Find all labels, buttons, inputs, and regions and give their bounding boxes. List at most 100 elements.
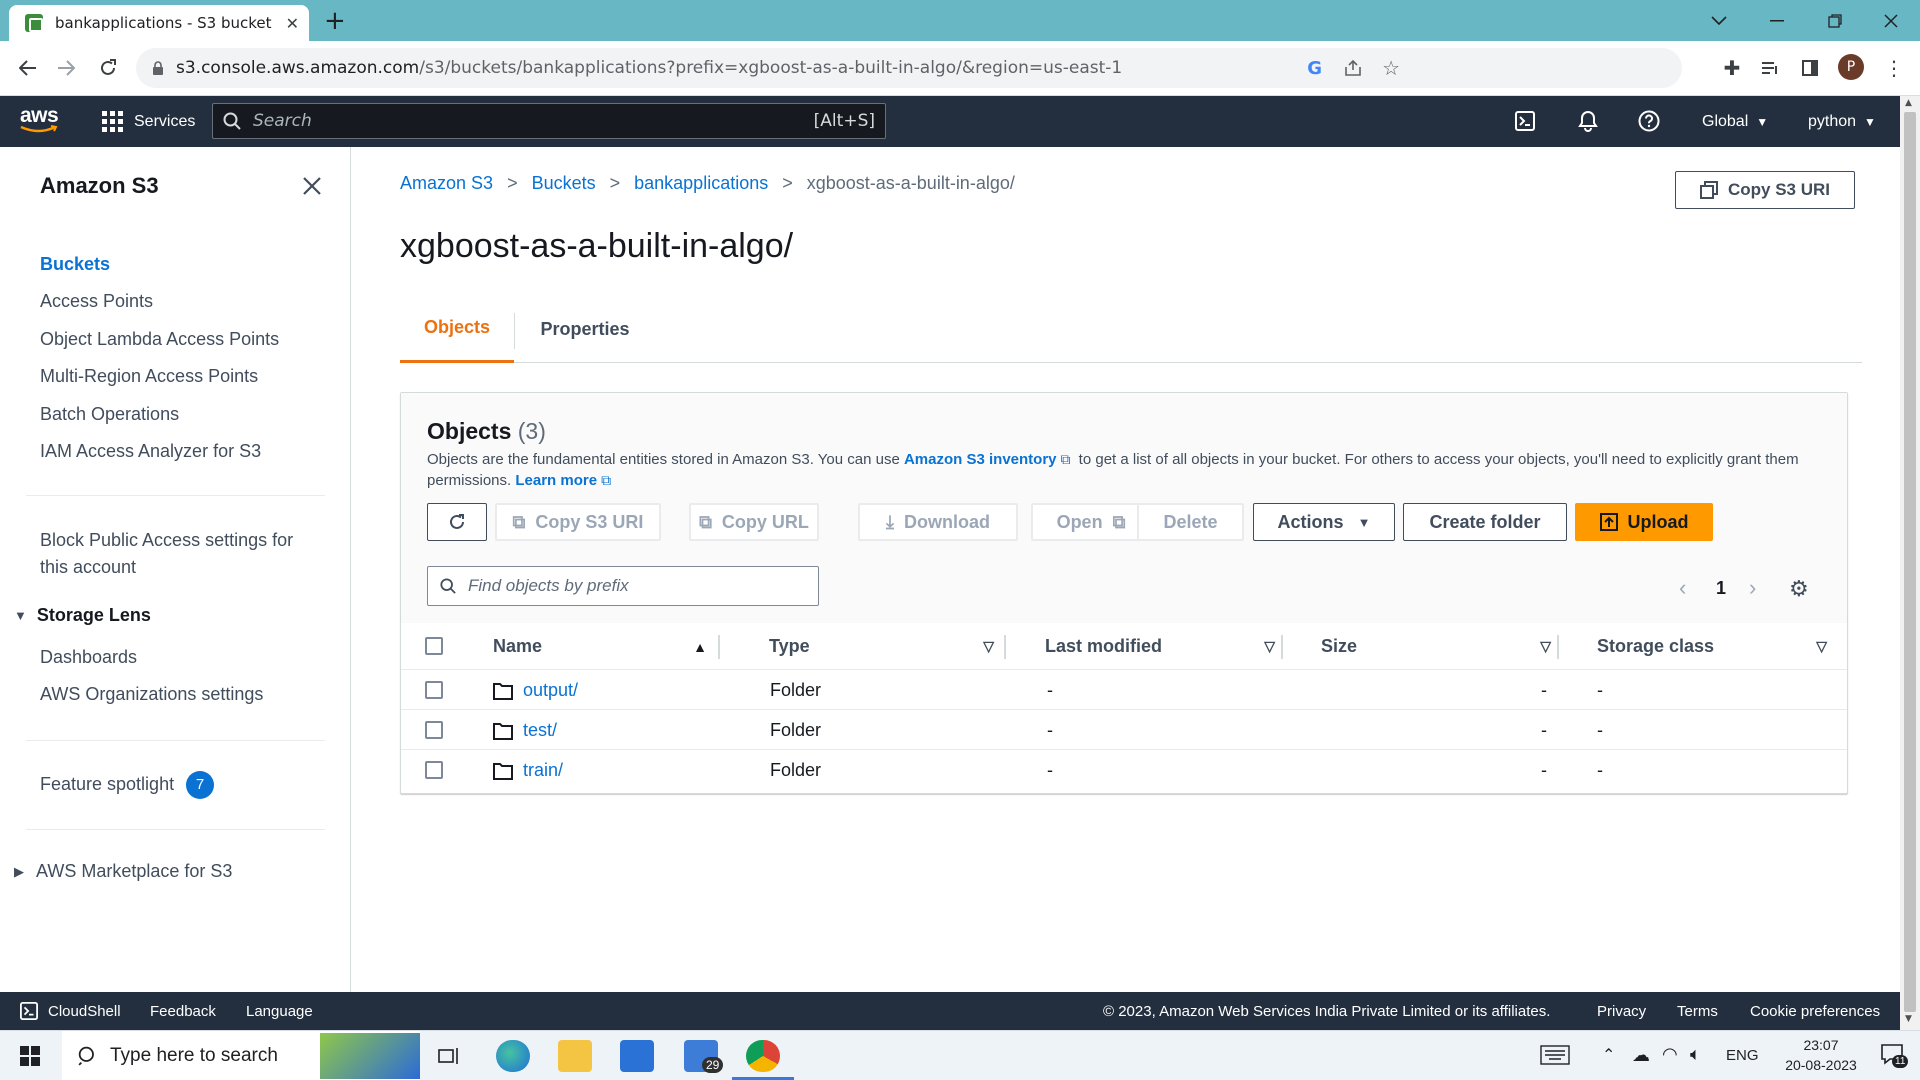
select-all-checkbox[interactable]	[425, 637, 443, 655]
chrome-app-icon[interactable]	[746, 1040, 780, 1072]
reload-icon[interactable]	[94, 54, 122, 82]
sidebar-item-batch-operations[interactable]: Batch Operations	[40, 402, 179, 426]
find-objects-input[interactable]: Find objects by prefix	[427, 566, 819, 606]
delete-button[interactable]: Delete	[1137, 503, 1244, 541]
column-separator[interactable]	[1557, 635, 1559, 659]
back-icon[interactable]	[14, 54, 42, 82]
folder-link[interactable]: output/	[523, 680, 578, 701]
column-storage-class[interactable]: Storage class ▽	[1597, 623, 1827, 670]
refresh-button[interactable]	[427, 503, 487, 541]
sidebar-item-object-lambda[interactable]: Object Lambda Access Points	[40, 327, 279, 351]
clock[interactable]: 23:07 20-08-2023	[1768, 1035, 1874, 1075]
row-checkbox[interactable]	[425, 721, 443, 739]
column-separator[interactable]	[1281, 635, 1283, 659]
folder-link[interactable]: test/	[523, 720, 557, 741]
tab-objects[interactable]: Objects	[400, 295, 514, 363]
table-row[interactable]: test/ Folder - - -	[401, 711, 1847, 750]
settings-gear-icon[interactable]: ⚙	[1789, 576, 1809, 602]
footer-language[interactable]: Language	[246, 992, 313, 1030]
account-menu[interactable]: python ▼	[1808, 96, 1876, 147]
tab-search-icon[interactable]	[1696, 0, 1742, 41]
sidebar-item-multi-region[interactable]: Multi-Region Access Points	[40, 364, 258, 388]
copy-url-button[interactable]: ⧉ Copy URL	[689, 503, 819, 541]
copy-s3-uri-button[interactable]: ⧉ Copy S3 URI	[495, 503, 661, 541]
new-tab-icon[interactable]: +	[324, 6, 346, 36]
profile-avatar[interactable]: P	[1838, 54, 1864, 80]
breadcrumb-bucket[interactable]: bankapplications	[634, 173, 768, 194]
touch-keyboard-icon[interactable]	[1540, 1045, 1570, 1065]
page-number[interactable]: 1	[1716, 578, 1726, 599]
scrollbar-thumb[interactable]	[1904, 112, 1916, 1012]
column-last-modified[interactable]: Last modified ▽	[1045, 623, 1275, 670]
lock-icon[interactable]	[152, 60, 164, 76]
input-language[interactable]: ENG	[1726, 1047, 1759, 1064]
help-icon[interactable]	[1638, 110, 1660, 132]
actions-dropdown-button[interactable]: Actions ▼	[1253, 503, 1395, 541]
store-app-icon[interactable]	[620, 1040, 654, 1072]
footer-privacy[interactable]: Privacy	[1597, 992, 1646, 1030]
extensions-icon[interactable]: ✚	[1718, 54, 1746, 82]
footer-terms[interactable]: Terms	[1677, 992, 1718, 1030]
sidebar-item-feature-spotlight[interactable]: Feature spotlight 7	[40, 771, 215, 799]
sidebar-item-buckets[interactable]: Buckets	[40, 252, 110, 276]
breadcrumb-buckets[interactable]: Buckets	[532, 173, 596, 194]
wifi-icon[interactable]: ◠	[1662, 1044, 1678, 1065]
share-icon[interactable]	[1344, 59, 1362, 77]
sidebar-item-iam-access-analyzer[interactable]: IAM Access Analyzer for S3	[40, 439, 261, 463]
download-button[interactable]: ⤓ Download	[858, 503, 1018, 541]
prev-page-icon[interactable]: ‹	[1679, 575, 1686, 601]
scroll-down-icon[interactable]: ▼	[1905, 1014, 1912, 1024]
column-separator[interactable]	[718, 635, 720, 659]
next-page-icon[interactable]: ›	[1749, 575, 1756, 601]
row-checkbox[interactable]	[425, 761, 443, 779]
browser-tab[interactable]: bankapplications - S3 bucket ✕	[9, 5, 309, 41]
table-row[interactable]: output/ Folder - - -	[401, 671, 1847, 710]
file-explorer-icon[interactable]	[558, 1040, 592, 1072]
create-folder-button[interactable]: Create folder	[1403, 503, 1567, 541]
minimize-icon[interactable]	[1754, 0, 1800, 41]
tab-properties[interactable]: Properties	[515, 295, 655, 363]
system-tray-chevron-icon[interactable]: ⌃	[1602, 1045, 1615, 1065]
storage-lens-section[interactable]: ▼ Storage Lens	[14, 605, 151, 626]
forward-icon[interactable]	[52, 54, 80, 82]
services-grid-icon[interactable]	[102, 111, 124, 133]
footer-cookie-preferences[interactable]: Cookie preferences	[1750, 992, 1880, 1030]
column-size[interactable]: Size ▽	[1321, 623, 1551, 670]
row-checkbox[interactable]	[425, 681, 443, 699]
footer-cloudshell[interactable]: CloudShell	[20, 992, 121, 1030]
table-row[interactable]: train/ Folder - - -	[401, 751, 1847, 790]
column-separator[interactable]	[1004, 635, 1006, 659]
volume-icon[interactable]: 🔈︎	[1690, 1044, 1701, 1065]
sidebar-item-block-public-access[interactable]: Block Public Access settings for this ac…	[40, 527, 293, 581]
folder-link[interactable]: train/	[523, 760, 563, 781]
browser-menu-icon[interactable]: ⋮	[1880, 54, 1908, 82]
column-type[interactable]: Type ▽	[769, 623, 994, 670]
sidebar-item-marketplace[interactable]: ▶ AWS Marketplace for S3	[14, 861, 232, 882]
cloudshell-icon[interactable]	[1515, 111, 1535, 131]
restore-icon[interactable]	[1812, 0, 1858, 41]
address-bar[interactable]: s3.console.aws.amazon.com/s3/buckets/ban…	[136, 48, 1682, 88]
console-search-input[interactable]: Search [Alt+S]	[212, 103, 886, 139]
close-tab-icon[interactable]: ✕	[286, 14, 299, 33]
reading-list-icon[interactable]	[1756, 54, 1784, 82]
footer-feedback[interactable]: Feedback	[150, 992, 216, 1030]
page-scrollbar[interactable]: ▲ ▼	[1900, 96, 1920, 1030]
close-sidenav-icon[interactable]	[303, 177, 321, 195]
aws-logo[interactable]: aws	[20, 104, 64, 136]
notifications-bell-icon[interactable]	[1577, 110, 1599, 132]
edge-app-icon[interactable]	[496, 1040, 530, 1072]
copy-s3-uri-header-button[interactable]: Copy S3 URI	[1675, 171, 1855, 209]
sidebar-item-dashboards[interactable]: Dashboards	[40, 645, 137, 669]
google-icon[interactable]: G	[1307, 58, 1322, 79]
scroll-up-icon[interactable]: ▲	[1905, 98, 1912, 108]
open-button[interactable]: Open ⧉	[1031, 503, 1151, 541]
windows-start-icon[interactable]	[20, 1046, 40, 1066]
column-name[interactable]: Name ▲	[493, 623, 707, 670]
upload-button[interactable]: Upload	[1575, 503, 1713, 541]
taskbar-search-input[interactable]: Type here to search	[62, 1031, 420, 1080]
s3-inventory-link[interactable]: Amazon S3 inventory	[904, 451, 1057, 468]
close-window-icon[interactable]	[1868, 0, 1914, 41]
learn-more-link[interactable]: Learn more	[515, 472, 597, 489]
sidebar-item-aws-organizations[interactable]: AWS Organizations settings	[40, 682, 263, 706]
side-panel-icon[interactable]	[1796, 54, 1824, 82]
